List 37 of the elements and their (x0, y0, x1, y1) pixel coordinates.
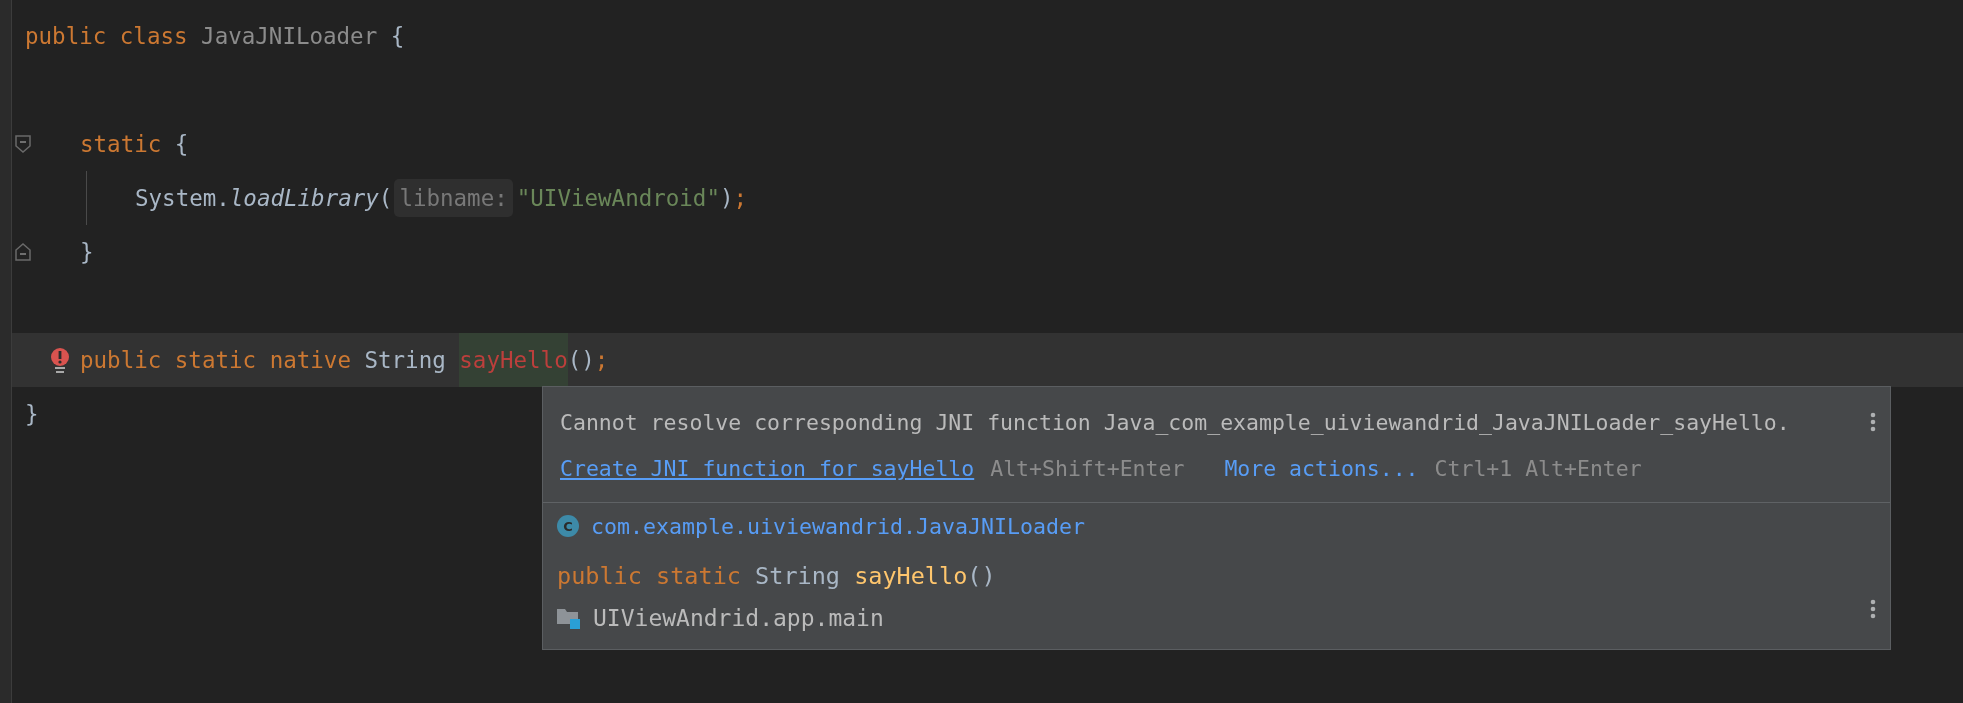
code-token: () (567, 347, 595, 373)
parameter-hint: libname: (394, 179, 513, 217)
code-token: JavaJNILoader (200, 23, 378, 49)
fold-icon[interactable] (15, 243, 31, 261)
code-token: loadLibrary (229, 185, 379, 211)
code-token: } (25, 401, 39, 427)
code-token: ; (733, 185, 748, 211)
code-token: class (118, 23, 188, 49)
error-bulb-icon[interactable] (50, 348, 70, 374)
code-token: static (80, 131, 162, 157)
code-token: ) (719, 185, 734, 211)
code-token: sayHello (459, 333, 568, 387)
code-token: public (80, 347, 162, 373)
code-token: ( (378, 185, 393, 211)
code-token: native (268, 347, 351, 373)
shortcut-text: Alt+Shift+Enter (990, 455, 1185, 481)
more-icon[interactable] (1870, 599, 1876, 619)
method-signature: public static String sayHello() (557, 562, 996, 590)
error-message: Cannot resolve corresponding JNI function Java_com_example_uiviewandrid_JavaJNILoader_sayHello. (560, 408, 1790, 437)
code-token: ; (594, 347, 609, 373)
action-link[interactable]: More actions... (1224, 455, 1419, 481)
code-token: System. (135, 185, 230, 211)
code-token: } (80, 239, 94, 265)
more-icon[interactable] (1870, 412, 1876, 432)
code-token: { (173, 131, 189, 157)
code-token: String (363, 347, 447, 373)
class-link[interactable]: com.example.uiviewandrid.JavaJNILoader (591, 513, 1086, 539)
module-name: UIViewAndrid.app.main (593, 605, 884, 631)
action-link[interactable]: Create JNI function for sayHello (560, 455, 975, 481)
code-token: public (25, 23, 107, 49)
code-token: "UIViewAndroid" (516, 185, 720, 211)
code-token: { (389, 23, 405, 49)
fold-icon[interactable] (15, 135, 31, 153)
code-token: static (173, 347, 257, 373)
shortcut-text: Ctrl+1 Alt+Enter (1434, 455, 1642, 481)
class-icon: C (557, 515, 579, 537)
module-folder-icon (557, 607, 581, 629)
